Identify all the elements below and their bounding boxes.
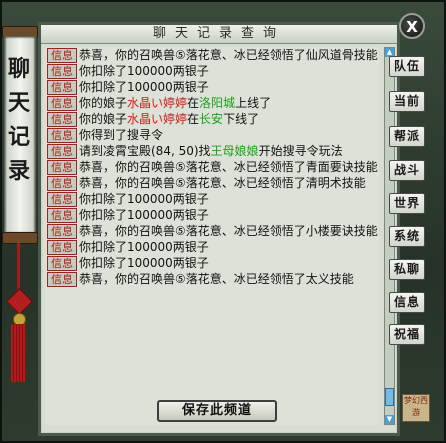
- message-line: 信息 你扣除了100000两银子: [45, 239, 379, 255]
- message-line: 信息 恭喜，你的召唤兽⑤落花意、冰已经领悟了仙风道骨技能: [45, 47, 379, 63]
- message-line: 信息 恭喜，你的召唤兽⑤落花意、冰已经领悟了太义技能: [45, 271, 379, 287]
- tab-world[interactable]: 世界: [389, 193, 425, 214]
- message-line: 信息 请到凌霄宝殿(84, 50)找王母娘娘开始搜寻令玩法: [45, 143, 379, 159]
- message-highlight[interactable]: 洛阳城: [199, 96, 235, 110]
- message-tag: 信息: [47, 48, 77, 63]
- tab-current[interactable]: 当前: [389, 91, 425, 112]
- tab-team[interactable]: 队伍: [389, 56, 425, 77]
- message-text: 你的娘子: [79, 96, 128, 110]
- message-text: 恭喜，你的召唤兽⑤落花意、冰已经领悟了仙风道骨技能: [79, 48, 378, 62]
- panel-header: 聊天记录查询: [41, 25, 397, 44]
- game-seal-icon: 梦幻西游: [402, 394, 430, 422]
- message-line: 信息 你的娘子水晶い婷婷在洛阳城上线了: [45, 95, 379, 111]
- message-text: 你得到了搜寻令: [79, 128, 164, 142]
- message-highlight[interactable]: 长安: [199, 112, 223, 126]
- message-tag: 信息: [47, 208, 77, 223]
- message-text: 你的娘子: [79, 112, 128, 126]
- message-text: 你扣除了100000两银子: [79, 208, 209, 222]
- message-text: 你扣除了100000两银子: [79, 192, 209, 206]
- window-title: 聊天记录查询: [152, 26, 285, 41]
- message-line: 信息 你的娘子水晶い婷婷在长安下线了: [45, 111, 379, 127]
- message-tag: 信息: [47, 160, 77, 175]
- scroll-thumb[interactable]: [385, 388, 394, 406]
- tassel-fringe-icon: [11, 324, 26, 382]
- message-text: 请到凌霄宝殿(84, 50)找: [79, 144, 211, 158]
- title-banner: 聊天记录: [2, 10, 38, 382]
- message-tag: 信息: [47, 272, 77, 287]
- message-line: 信息 你扣除了100000两银子: [45, 191, 379, 207]
- message-text: 开始搜寻令玩法: [258, 144, 343, 158]
- message-text: 恭喜，你的召唤兽⑤落花意、冰已经领悟了小楼要诀技能: [79, 224, 378, 238]
- close-button[interactable]: X: [399, 13, 425, 39]
- message-text: 你扣除了100000两银子: [79, 64, 209, 78]
- message-tag: 信息: [47, 176, 77, 191]
- message-tag: 信息: [47, 224, 77, 239]
- tab-info[interactable]: 信息: [389, 292, 425, 313]
- tab-system[interactable]: 系统: [389, 226, 425, 247]
- message-text: 你扣除了100000两银子: [79, 256, 209, 270]
- message-line: 信息 你扣除了100000两银子: [45, 207, 379, 223]
- message-highlight[interactable]: 王母娘娘: [211, 144, 259, 158]
- message-text: 恭喜，你的召唤兽⑤落花意、冰已经领悟了青面要诀技能: [79, 160, 378, 174]
- message-text: 下线了: [223, 112, 260, 126]
- message-tag: 信息: [47, 96, 77, 111]
- message-text: 你扣除了100000两银子: [79, 80, 209, 94]
- message-line: 信息 恭喜，你的召唤兽⑤落花意、冰已经领悟了青面要诀技能: [45, 159, 379, 175]
- message-text: 你扣除了100000两银子: [79, 240, 209, 254]
- message-list[interactable]: 信息 恭喜，你的召唤兽⑤落花意、冰已经领悟了仙风道骨技能 信息 你扣除了100000两…: [45, 47, 379, 425]
- tab-battle[interactable]: 战斗: [389, 160, 425, 181]
- message-line: 信息 你扣除了100000两银子: [45, 79, 379, 95]
- save-channel-button[interactable]: 保存此频道: [157, 400, 277, 422]
- message-text: 上线了: [235, 96, 272, 110]
- chat-history-window: 聊天记录 聊天记录查询 信息 恭喜，你的召唤兽⑤落花意、冰已经领悟了仙风道骨技能信…: [0, 0, 446, 443]
- message-text: 在: [187, 112, 200, 126]
- scroll-cap-bottom: [2, 232, 38, 244]
- message-line: 信息 你得到了搜寻令: [45, 127, 379, 143]
- message-text: 恭喜，你的召唤兽⑤落花意、冰已经领悟了太义技能: [79, 272, 354, 286]
- tab-private[interactable]: 私聊: [389, 259, 425, 280]
- message-tag: 信息: [47, 128, 77, 143]
- message-tag: 信息: [47, 256, 77, 271]
- message-line: 信息 恭喜，你的召唤兽⑤落花意、冰已经领悟了清明术技能: [45, 175, 379, 191]
- tab-blessing[interactable]: 祝福: [389, 324, 425, 345]
- message-tag: 信息: [47, 112, 77, 127]
- message-text: 恭喜，你的召唤兽⑤落花意、冰已经领悟了清明术技能: [79, 176, 366, 190]
- banner-title: 聊天记录: [7, 56, 30, 184]
- message-tag: 信息: [47, 192, 77, 207]
- message-tag: 信息: [47, 64, 77, 79]
- message-line: 信息 恭喜，你的召唤兽⑤落花意、冰已经领悟了小楼要诀技能: [45, 223, 379, 239]
- message-tag: 信息: [47, 80, 77, 95]
- chat-log-panel: 聊天记录查询 信息 恭喜，你的召唤兽⑤落花意、冰已经领悟了仙风道骨技能 信息 你扣除了…: [38, 22, 400, 436]
- message-line: 信息 你扣除了100000两银子: [45, 63, 379, 79]
- message-text: 在: [187, 96, 200, 110]
- message-highlight[interactable]: 水晶い婷婷: [127, 96, 187, 110]
- scroll-down-icon[interactable]: ▼: [385, 415, 394, 424]
- tassel-knot-icon: [6, 288, 33, 315]
- message-tag: 信息: [47, 240, 77, 255]
- message-tag: 信息: [47, 144, 77, 159]
- tab-guild[interactable]: 帮派: [389, 126, 425, 147]
- message-line: 信息 你扣除了100000两银子: [45, 255, 379, 271]
- message-highlight[interactable]: 水晶い婷婷: [127, 112, 187, 126]
